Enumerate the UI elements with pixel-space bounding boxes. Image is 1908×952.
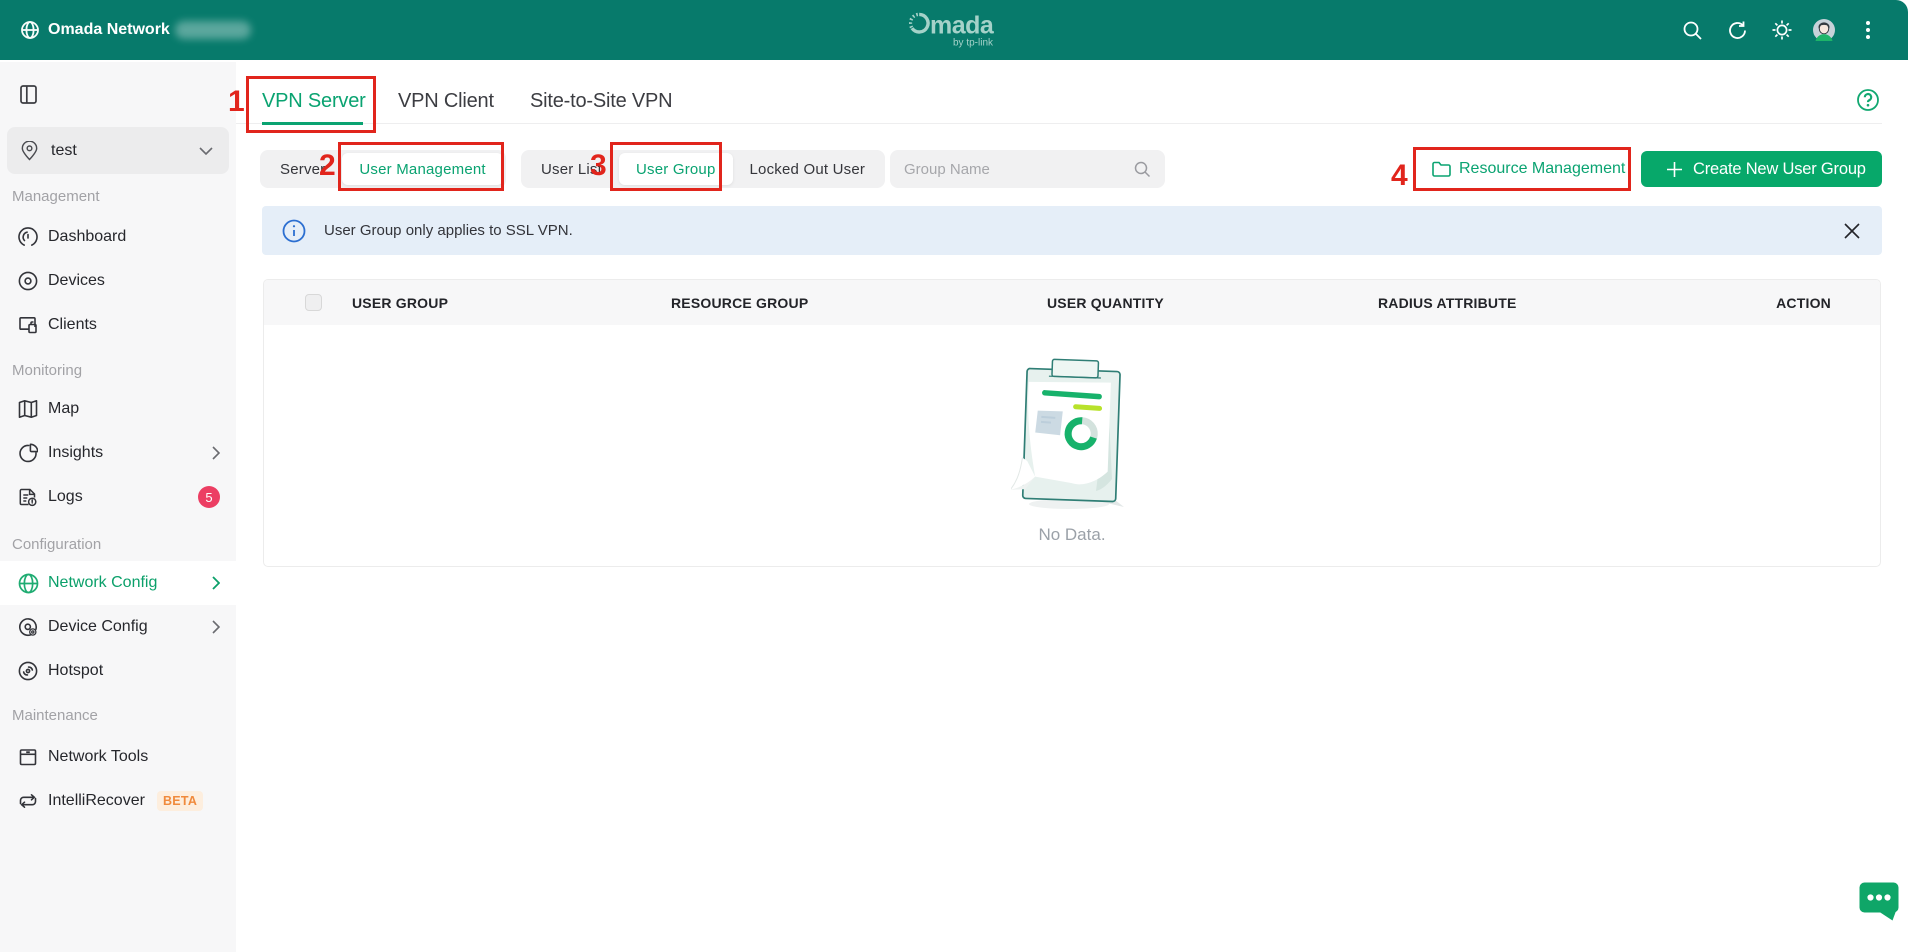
svg-text:by tp-link: by tp-link — [953, 38, 994, 49]
svg-text:mada: mada — [930, 12, 995, 40]
